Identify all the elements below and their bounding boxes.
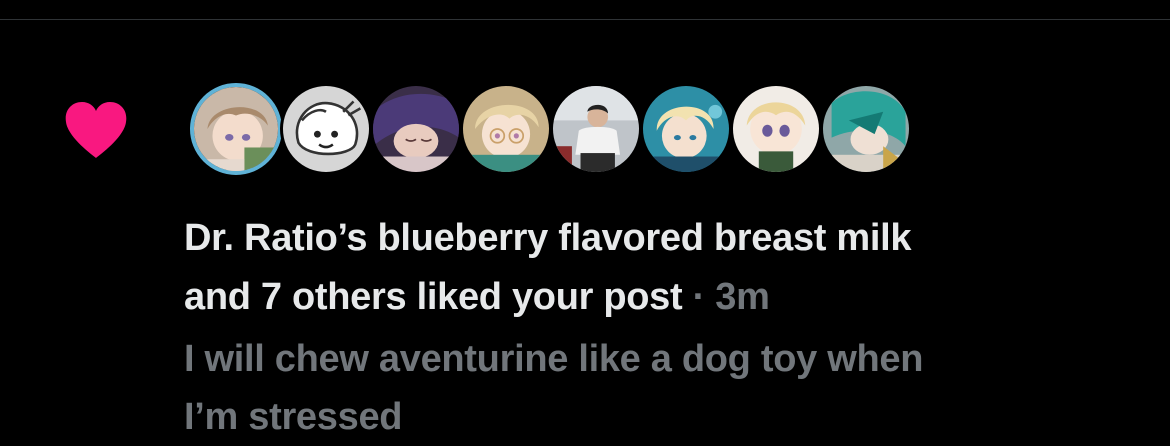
- avatar[interactable]: [460, 83, 552, 175]
- like-notification[interactable]: Dr. Ratio’s blueberry flavored breast mi…: [0, 20, 1170, 438]
- action-text: and 7 others liked your post: [184, 276, 683, 318]
- post-text-line2: I’m stressed: [184, 396, 403, 438]
- post-text-line1: I will chew aventurine like a dog toy wh…: [184, 338, 924, 380]
- avatar[interactable]: [550, 83, 642, 175]
- post-preview[interactable]: I will chew aventurine like a dog toy wh…: [184, 330, 1104, 446]
- avatar[interactable]: [730, 83, 822, 175]
- avatar[interactable]: [640, 83, 732, 175]
- liker-name[interactable]: Dr. Ratio’s blueberry flavored breast mi…: [184, 217, 912, 259]
- avatar-row: [190, 83, 930, 179]
- notification-headline: Dr. Ratio’s blueberry flavored breast mi…: [184, 209, 1144, 327]
- timestamp: 3m: [715, 276, 770, 318]
- avatar[interactable]: [370, 83, 462, 175]
- avatar[interactable]: [820, 83, 912, 175]
- separator-dot: ·: [692, 276, 706, 318]
- heart-icon: [65, 102, 127, 158]
- avatar[interactable]: [190, 83, 282, 175]
- avatar[interactable]: [280, 83, 372, 175]
